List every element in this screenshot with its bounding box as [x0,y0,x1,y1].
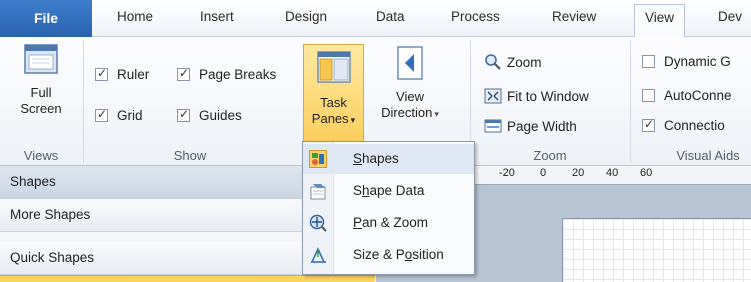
group-separator [630,41,631,163]
ruler-label: 60 [640,167,653,179]
dynamic-grid-checkbox[interactable]: Dynamic G [642,54,731,69]
full-screen-icon [24,44,58,74]
page-width-button[interactable]: Page Width [484,118,577,134]
shape-data-icon [310,184,326,200]
task-panes-label-line2: Panes [311,111,349,126]
page-width-label: Page Width [507,118,577,134]
group-label-show: Show [173,148,207,163]
view-direction-label-line1: View [396,89,424,104]
task-panes-label-line1: Task [320,95,347,110]
checkbox-unchecked-icon [642,89,655,102]
connection-points-checkbox[interactable]: Connectio [642,117,725,133]
tab-review[interactable]: Review [552,9,596,24]
checkbox-checked-icon [177,66,190,81]
page-width-icon [484,119,502,133]
checkbox-checked-icon [642,117,655,132]
ruler-label: 0 [540,167,547,179]
dropdown-arrow-icon: ▾ [434,109,439,119]
zoom-button[interactable]: Zoom [484,54,542,70]
full-screen-label-line2: Screen [20,101,62,116]
tab-process[interactable]: Process [451,9,500,24]
drawing-page[interactable] [562,218,751,282]
dropdown-arrow-icon: ▾ [350,115,356,125]
menu-item-shapes[interactable]: Shapes [303,144,474,174]
fit-to-window-icon [484,88,502,104]
checkbox-checked-icon [95,107,108,122]
group-label-visual-aids: Visual Aids [676,148,740,163]
view-direction-button[interactable]: View Direction ▾ [373,45,447,122]
grid-checkbox[interactable]: Grid [95,107,143,123]
guides-checkbox[interactable]: Guides [177,107,242,123]
fit-to-window-label: Fit to Window [507,88,589,104]
zoom-label: Zoom [507,54,542,70]
task-panes-dropdown-menu: Shapes Shape Data Pan & Zoom Size & Posi… [302,141,475,275]
dynamic-grid-label: Dynamic G [664,54,731,69]
checkbox-checked-icon [95,66,108,81]
menu-item-pan-zoom[interactable]: Pan & Zoom [303,208,474,238]
ruler-label: -20 [499,167,515,179]
page-breaks-label: Page Breaks [199,67,277,82]
pan-zoom-icon [309,214,327,232]
tab-design[interactable]: Design [285,9,327,24]
fit-to-window-button[interactable]: Fit to Window [484,88,589,104]
menu-item-size-position[interactable]: Size & Position [303,240,474,270]
tab-developer[interactable]: Dev [718,9,742,24]
group-separator [83,41,84,163]
view-direction-label-line2: Direction [381,105,433,120]
menu-item-shape-data[interactable]: Shape Data [303,176,474,206]
ruler-label: 40 [606,167,619,179]
size-position-icon [311,247,326,263]
checkbox-checked-icon [177,107,190,122]
menu-item-label: Pan & Zoom [353,215,429,230]
menu-item-label: Shape Data [353,183,425,198]
grid-label: Grid [117,108,143,123]
ruler-checkbox[interactable]: Ruler [95,66,150,82]
ribbon-tab-bar: File Home Insert Design Data Process Rev… [0,0,751,38]
page-breaks-checkbox[interactable]: Page Breaks [177,66,277,82]
zoom-magnifier-icon [485,54,501,70]
connection-points-label: Connectio [664,118,725,133]
autoconnect-label: AutoConne [664,88,732,103]
tab-data[interactable]: Data [376,9,405,24]
autoconnect-checkbox[interactable]: AutoConne [642,88,732,103]
selected-stencil-bar[interactable] [0,275,375,282]
tab-home[interactable]: Home [117,9,153,24]
menu-item-label: Shapes [353,151,399,166]
full-screen-button[interactable]: Full Screen [4,43,78,117]
ruler-label: Ruler [117,67,150,82]
tab-view[interactable]: View [634,4,686,38]
view-direction-icon [397,46,423,80]
menu-item-label: Size & Position [353,247,444,262]
guides-label: Guides [199,108,242,123]
full-screen-label-line1: Full [30,85,52,100]
task-panes-icon [317,51,351,83]
tab-file[interactable]: File [0,0,92,37]
ruler-label: 20 [572,167,585,179]
group-label-views: Views [23,148,59,163]
checkbox-unchecked-icon [642,55,655,68]
task-panes-button[interactable]: Task Panes ▾ [303,44,364,142]
tab-insert[interactable]: Insert [200,9,234,24]
group-label-zoom: Zoom [533,148,567,163]
shapes-icon [309,150,327,168]
